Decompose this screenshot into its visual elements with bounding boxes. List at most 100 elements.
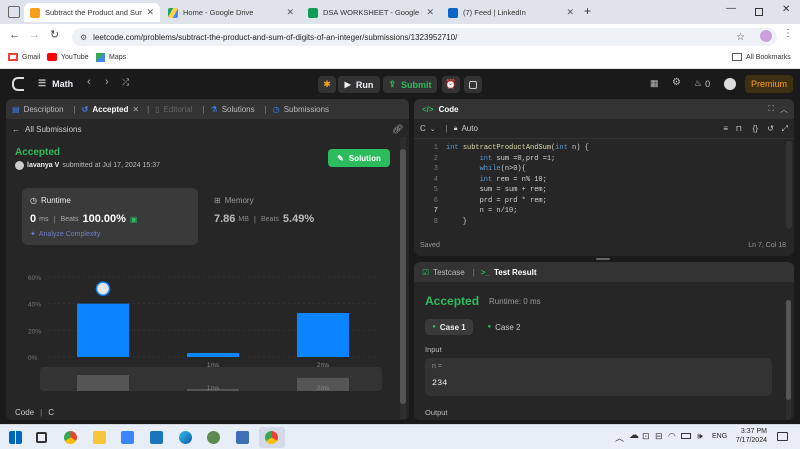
code-line[interactable]: 7 n = n/10; [414,206,784,217]
avatar[interactable] [15,161,24,170]
code-line[interactable]: 4 int rem = n% 10; [414,175,784,186]
prev-problem-icon[interactable]: ‹ [87,76,91,88]
notes-button[interactable] [464,76,482,93]
url-text[interactable]: leetcode.com/problems/subtract-the-produ… [93,33,457,42]
bookmark-youtube[interactable]: YouTube [47,53,89,61]
next-problem-icon[interactable]: › [105,76,109,88]
runtime-distribution-chart[interactable]: 60%40%20%0%1ms 2ms1ms 2ms [6,249,401,394]
all-bookmarks[interactable]: All Bookmarks [732,53,791,61]
browser-tab[interactable]: Subtract the Product and Sum ✕ [24,3,160,22]
tab-submissions[interactable]: ◷ Submissions [273,105,329,114]
layout-grid-icon[interactable]: ▦ [650,78,659,89]
clock[interactable]: 3:37 PM 7/17/2024 [735,428,767,444]
browser-tab[interactable]: (7) Feed | LinkedIn ✕ [442,3,580,22]
tab-solutions[interactable]: ⚗ Solutions [211,105,255,114]
braces-icon[interactable]: {} [753,124,758,133]
submit-button[interactable]: ⇪ Submit [383,76,437,93]
run-button[interactable]: ▶ Run [338,76,380,93]
settings-gear-icon[interactable]: ⚙ [672,77,681,88]
minimize-window-icon[interactable]: — [726,3,736,14]
left-scrollbar[interactable] [400,137,406,419]
share-link-icon[interactable]: 🔗︎ [392,124,403,135]
solution-button[interactable]: ✎ Solution [328,149,390,167]
username[interactable]: lavanya V [27,162,59,169]
photos-icon[interactable] [207,431,220,444]
tab-editorial[interactable]: ▯ Editorial [155,105,192,114]
tab-test-result[interactable]: >_ Test Result [481,268,537,277]
scrollbar-thumb[interactable] [400,149,406,404]
browser-tab[interactable]: DSA WORKSHEET - Google She ✕ [302,3,440,22]
tray-chevron-icon[interactable]: ︿ [615,431,624,444]
new-tab-icon[interactable]: + [584,4,591,18]
streak-counter[interactable]: ♨ 0 [694,78,710,89]
battery-icon[interactable] [681,433,691,439]
code-line[interactable]: 6 prd = prd * rem; [414,196,784,207]
chrome-taskbar-icon[interactable] [64,431,77,444]
code-line[interactable]: 3 while(n>0){ [414,164,784,175]
chrome-active-task[interactable] [259,427,285,448]
reset-icon[interactable]: ↺ [767,124,774,133]
case-1-button[interactable]: ● Case 1 [425,319,473,335]
analyze-complexity-link[interactable]: ✦ Analyze Complexity [30,230,100,239]
app-icon[interactable] [236,431,249,444]
wifi-icon[interactable]: ◠ [668,431,676,442]
browser-menu-icon[interactable]: ⋮ [783,28,793,39]
distribution-bar[interactable] [77,303,129,357]
distribution-bar[interactable] [297,313,349,357]
memory-card[interactable]: ⊞ Memory 7.86 MB | Beats 5.49% [206,188,386,245]
auto-mode-toggle[interactable]: 🔒︎ Auto [454,124,478,133]
editor-scrollbar[interactable] [786,141,792,229]
store-icon[interactable] [121,431,134,444]
panel-resize-handle[interactable] [596,258,610,260]
task-view-icon[interactable] [36,432,47,443]
restore-window-icon[interactable] [755,8,763,16]
close-tab-icon[interactable]: ✕ [132,105,139,114]
close-tab-icon[interactable]: ✕ [146,7,154,18]
code-area[interactable]: 1 int subtractProductAndSum(int n) {2 int… [414,143,784,231]
tray-app-icon[interactable]: ⊡ [642,431,650,442]
code-line[interactable]: 1 int subtractProductAndSum(int n) { [414,143,784,154]
scrollbar-thumb[interactable] [786,300,791,400]
windows-start-icon[interactable] [9,431,22,444]
network-icon[interactable]: ⊟ [655,431,663,442]
all-submissions-link[interactable]: ← All Submissions [12,125,81,134]
fullscreen-icon[interactable]: ⛶ [768,104,774,114]
site-info-icon[interactable]: ⚙ [80,33,87,42]
notification-icon[interactable] [777,432,788,441]
bookmark-star-icon[interactable]: ☆ [736,32,745,43]
tab-testcase[interactable]: ☑ Testcase [422,268,465,277]
input-language[interactable]: ENG [712,433,727,440]
address-bar[interactable]: ⚙ leetcode.com/problems/subtract-the-pro… [72,28,777,46]
tab-search-icon[interactable] [8,6,20,18]
runtime-card[interactable]: ◷ Runtime 0 ms | Beats 100.00% ▣ ✦ Analy… [22,188,198,245]
code-line[interactable]: 5 sum = sum + rem; [414,185,784,196]
expand-icon[interactable]: ⤢ [782,124,788,134]
browser-tab[interactable]: Home - Google Drive ✕ [162,3,300,22]
language-select[interactable]: C ⌄ [420,124,436,133]
bookmark-maps[interactable]: Maps [96,53,126,62]
debug-button[interactable]: ✱ [318,76,336,93]
tab-accepted[interactable]: ↺ Accepted ✕ [82,105,139,114]
bookmark-gmail[interactable]: Gmail [8,53,40,61]
mail-icon[interactable] [150,431,163,444]
volume-icon[interactable]: 🕪︎ [697,431,703,442]
bookmark-icon[interactable]: ⊓ [736,124,742,133]
close-tab-icon[interactable]: ✕ [566,7,574,18]
result-scrollbar[interactable] [786,300,791,420]
input-box[interactable]: n = 234 [425,358,772,396]
profile-avatar-icon[interactable] [760,30,772,42]
code-line[interactable]: 8 } [414,217,784,228]
file-explorer-icon[interactable] [93,431,106,444]
shuffle-icon[interactable]: ⤮ [122,77,129,88]
back-icon[interactable]: ← [9,29,20,41]
user-avatar[interactable] [724,78,736,90]
forward-icon[interactable]: → [29,29,40,41]
problem-list-button[interactable]: ☰ Math [38,78,73,89]
close-window-icon[interactable]: ✕ [782,4,790,15]
tab-description[interactable]: ▤ Description [12,105,64,114]
leetcode-logo-icon[interactable] [12,77,24,91]
close-tab-icon[interactable]: ✕ [426,7,434,18]
format-icon[interactable]: ≡ [723,124,728,133]
premium-button[interactable]: Premium [745,75,793,93]
code-line[interactable]: 2 int sum =0,prd =1; [414,154,784,165]
